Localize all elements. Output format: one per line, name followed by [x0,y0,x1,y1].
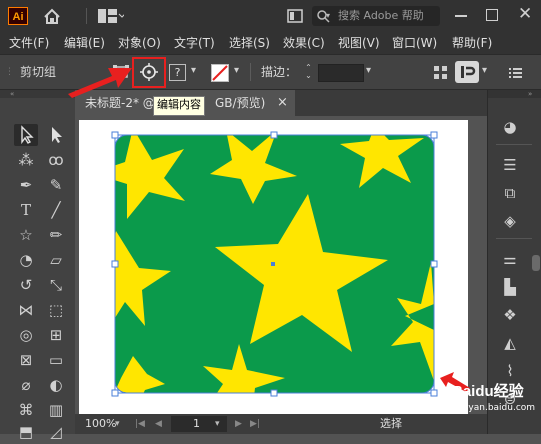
search-field[interactable]: ▾ 搜索 Adobe 帮助 [312,6,440,26]
dock-header [488,90,541,98]
pen-tool-icon[interactable]: ✒ [14,173,38,197]
tools-panel: « ⁂ ꝏ ✒ ✎ T ╱ ☆ ✏ ◔ ▱ ↺ ⤡ ⋈ ⬚ ◎ ⊞ ⊠ ▭ ⌀ … [0,90,75,441]
stroke-weight-dropdown-icon[interactable]: ▾ [366,65,371,76]
fill-dropdown-icon[interactable]: ▾ [191,65,196,76]
stroke-weight-stepper[interactable]: ⌃ ⌄ [300,64,317,81]
menu-bar: 文件(F) 编辑(E) 对象(O) 文字(T) 选择(S) 效果(C) 视图(V… [0,32,541,54]
eraser-tool-icon[interactable]: ▱ [44,248,68,272]
swatches-icon[interactable]: ◭ [498,334,522,352]
perspective-grid-tool-icon[interactable]: ⊞ [44,323,68,347]
watermark: Baidu经验 jingyan.baidu.com [452,384,535,416]
minimize-button[interactable] [455,15,467,17]
panel-menu-icon[interactable] [509,67,522,81]
artboard-tool-icon[interactable]: ⬒ [14,420,38,444]
mesh-tool-icon[interactable]: ⊠ [14,348,38,372]
properties-icon[interactable]: ☰ [498,156,522,174]
color-guide-icon[interactable]: ❖ [498,306,522,324]
menu-window[interactable]: 窗口(W) [392,32,437,54]
menu-help[interactable]: 帮助(F) [452,32,492,54]
page-field[interactable]: 1 ▾ [171,416,227,432]
next-page-icon[interactable]: ▶ [235,414,242,434]
close-button[interactable]: ✕ [518,4,532,24]
tooltip: 编辑内容 [153,96,205,116]
magic-wand-tool-icon[interactable]: ⁂ [14,148,38,172]
status-bar: 100% ▾ |◀ ◀ 1 ▾ ▶ ▶| 选择 [75,414,487,434]
stroke-dropdown-icon[interactable]: ▾ [234,65,239,76]
clip-group[interactable] [92,126,434,408]
free-transform-tool-icon[interactable]: ⬚ [44,298,68,322]
menu-type[interactable]: 文字(T) [174,32,215,54]
menu-select[interactable]: 选择(S) [229,32,270,54]
transform-icon[interactable] [455,61,479,83]
artwork-svg[interactable] [75,116,487,414]
transform-dropdown-icon[interactable]: ▾ [482,65,487,76]
document-tab-close[interactable]: × [277,90,288,116]
divider [86,8,87,24]
group-label: 剪切组 [20,65,57,79]
curvature-tool-icon[interactable]: ✎ [44,173,68,197]
transparency-icon[interactable]: ▙ [498,278,522,296]
blend-tool-icon[interactable]: ◐ [44,373,68,397]
fill-unknown-swatch[interactable]: ? [169,64,186,81]
workspace-icon[interactable] [98,9,126,26]
watermark-site: jingyan.baidu.com [452,403,536,413]
title-bar: Ai ▾ 搜索 Adobe 帮助 ✕ [0,0,541,32]
symbol-sprayer-tool-icon[interactable]: ⌘ [14,398,38,422]
maximize-button[interactable] [486,9,498,21]
page-number: 1 [193,417,200,430]
highlight-box [132,57,166,88]
search-dropdown-icon: ▾ [326,11,331,20]
brushes-icon[interactable]: ⌇ [498,362,522,380]
column-graph-tool-icon[interactable]: ▥ [44,398,68,422]
first-page-icon[interactable]: |◀ [135,414,145,434]
blob-brush-tool-icon[interactable]: ◔ [14,248,38,272]
slice-tool-icon[interactable]: ◿ [44,420,68,444]
pencil-tool-icon[interactable]: ✏ [44,223,68,247]
menu-edit[interactable]: 编辑(E) [64,32,105,54]
shape-builder-tool-icon[interactable]: ◎ [14,323,38,347]
eyedropper-tool-icon[interactable]: ⌀ [14,373,38,397]
divider [496,144,532,145]
menu-effect[interactable]: 效果(C) [283,32,325,54]
appearance-icon[interactable]: ◕ [498,118,522,136]
document-tab-suffix: GB/预览) [215,96,266,110]
star-tool-icon[interactable]: ☆ [14,223,38,247]
stroke-label: 描边： [261,65,298,79]
collapse-icon[interactable]: « [10,90,14,98]
prev-page-icon[interactable]: ◀ [155,414,162,434]
lasso-tool-icon[interactable]: ꝏ [44,148,68,172]
menu-view[interactable]: 视图(V) [338,32,380,54]
last-page-icon[interactable]: ▶| [250,414,260,434]
grip-icon: ⋮ [5,67,14,77]
menu-object[interactable]: 对象(O) [118,32,161,54]
divider [250,63,251,81]
divider [496,238,532,239]
artboard-icon[interactable]: ⧉ [498,184,522,202]
zoom-level[interactable]: 100% [85,414,116,434]
layers-icon[interactable]: ◈ [498,212,522,230]
menu-file[interactable]: 文件(F) [9,32,49,54]
stroke-weight-input[interactable] [318,64,364,82]
current-tool-label: 选择 [380,417,402,430]
annotation-arrow-icon [68,68,132,98]
scale-tool-icon[interactable]: ⤡ [44,273,68,297]
document-tab-bar: 未标题-2* @ GB/预览) × [75,90,487,116]
rotate-tool-icon[interactable]: ↺ [14,273,38,297]
adjustments-icon[interactable]: ⚌ [498,250,522,268]
watermark-brand: Baidu经验 [452,383,524,400]
page-dropdown-icon: ▾ [215,419,220,429]
width-tool-icon[interactable]: ⋈ [14,298,38,322]
type-tool-icon[interactable]: T [14,198,38,222]
dock-scrollbar[interactable] [532,255,540,271]
stroke-color-icon[interactable] [211,64,229,82]
app-logo: Ai [8,7,28,25]
zoom-dropdown-icon[interactable]: ▾ [115,414,120,434]
line-tool-icon[interactable]: ╱ [44,198,68,222]
search-placeholder: 搜索 Adobe 帮助 [338,9,424,22]
arrange-icon[interactable] [287,9,303,26]
align-grid-icon[interactable] [434,66,447,82]
gradient-tool-icon[interactable]: ▭ [44,348,68,372]
expand-icon[interactable]: » [528,90,532,98]
